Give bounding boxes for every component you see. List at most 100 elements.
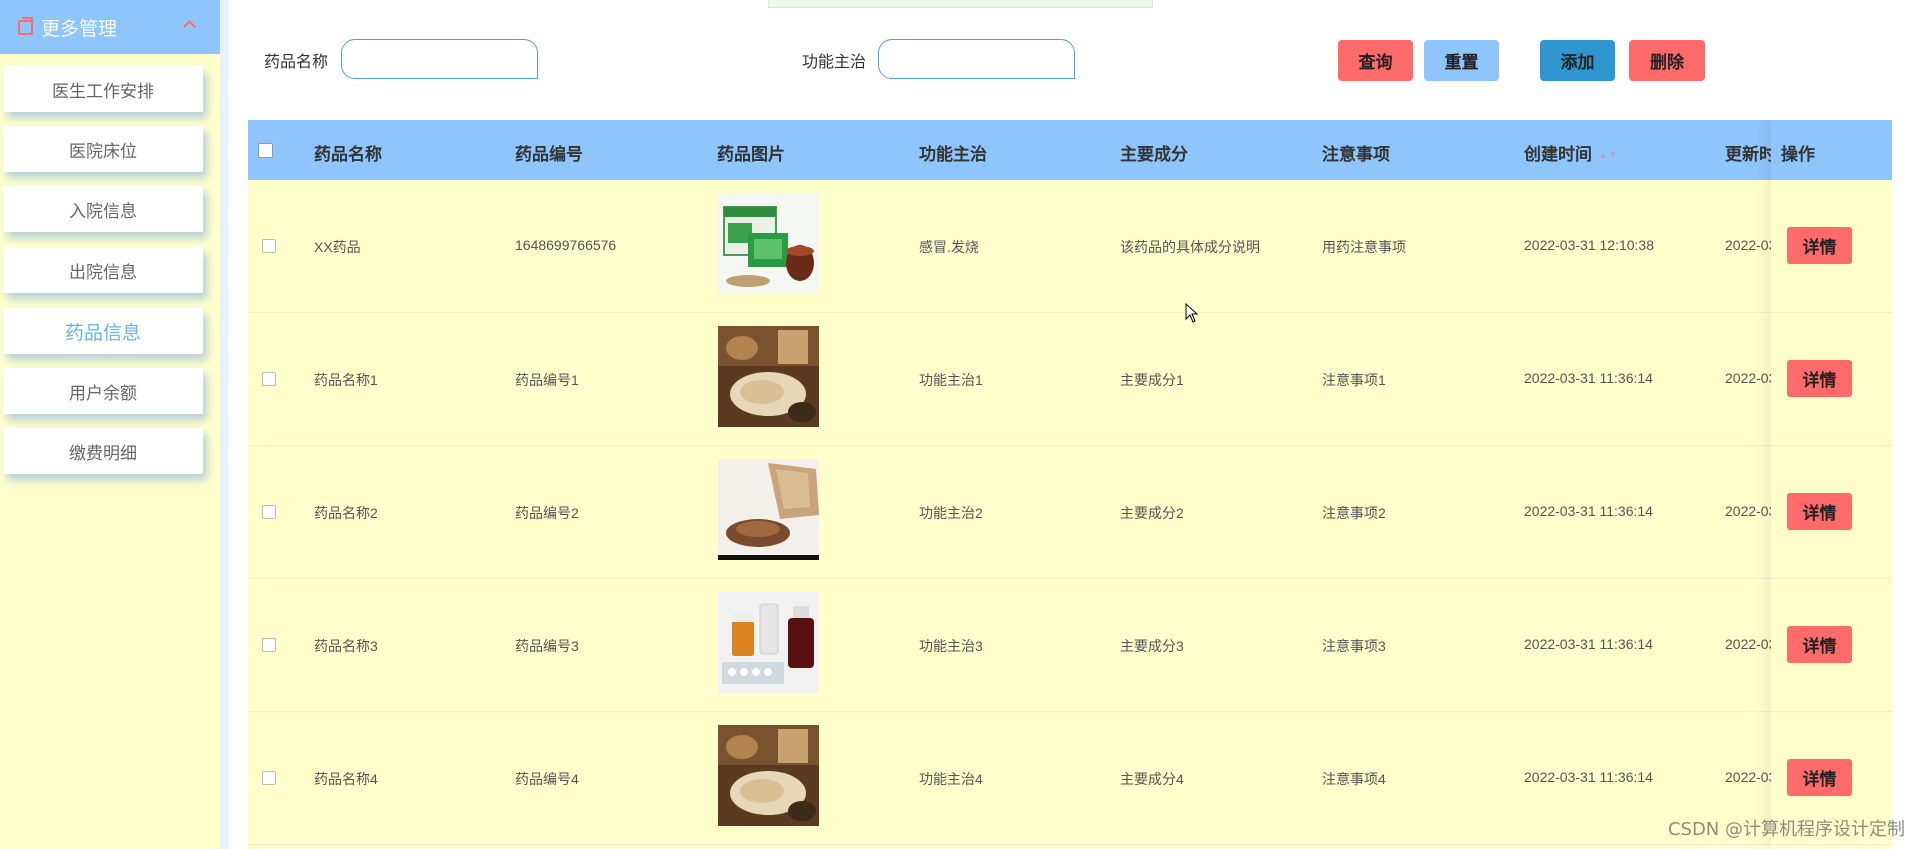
medicine-box-photo[interactable] xyxy=(718,193,819,294)
detail-button[interactable]: 详情 xyxy=(1787,493,1852,530)
cell-ingredients: 主要成分2 xyxy=(1120,505,1184,521)
chevron-up-icon xyxy=(183,20,196,33)
sidebar-item-medicine-info[interactable]: 药品信息 xyxy=(3,308,203,354)
add-button[interactable]: 添加 xyxy=(1540,40,1615,81)
table-row: XX药品 1648699766576 感冒.发烧 该药品的具体成分说明 用药注意… xyxy=(248,180,1892,313)
function-input[interactable] xyxy=(878,39,1075,79)
cell-updated: 2022-03 xyxy=(1725,636,1771,652)
table-header: 药品名称 药品编号 药品图片 功能主治 主要成分 注意事项 创建时间 ▲▼ 更新时… xyxy=(248,120,1892,180)
cell-updated: 2022-03 xyxy=(1725,370,1771,386)
detail-button[interactable]: 详情 xyxy=(1787,360,1852,397)
column-header-notes[interactable]: 注意事项 xyxy=(1322,140,1390,165)
detail-button[interactable]: 详情 xyxy=(1787,759,1852,796)
cell-name: 药品名称4 xyxy=(314,771,378,787)
herb-bag-photo[interactable] xyxy=(718,459,819,560)
sidebar-header-more-management[interactable]: 更多管理 xyxy=(0,0,220,54)
cell-code: 药品编号1 xyxy=(515,372,579,388)
function-label: 功能主治 xyxy=(802,54,867,71)
cell-code: 1648699766576 xyxy=(515,237,617,253)
table-row: 药品名称1 药品编号1 功能主治1 主要成分1 注意事项1 2022-03-31… xyxy=(248,313,1892,446)
mouse-cursor-icon xyxy=(1185,303,1199,323)
cell-notes: 注意事项2 xyxy=(1322,505,1386,521)
action-column: 操作 详情 详情 详情 详情 详情 xyxy=(1771,120,1892,849)
row-checkbox[interactable] xyxy=(262,771,276,785)
sidebar-item-label: 用户余额 xyxy=(69,383,137,403)
table-row: 药品名称4 药品编号4 功能主治4 主要成分4 注意事项4 2022-03-31… xyxy=(248,712,1892,845)
detail-button[interactable]: 详情 xyxy=(1787,626,1852,663)
sidebar-item-user-balance[interactable]: 用户余额 xyxy=(3,368,203,414)
sidebar-item-doctor-schedule[interactable]: 医生工作安排 xyxy=(3,66,203,112)
sidebar-item-admission-info[interactable]: 入院信息 xyxy=(3,186,203,232)
cell-function: 感冒.发烧 xyxy=(919,239,979,255)
cell-function: 功能主治2 xyxy=(919,505,983,521)
cell-ingredients: 主要成分4 xyxy=(1120,771,1184,787)
column-header-image[interactable]: 药品图片 xyxy=(717,140,785,165)
row-checkbox[interactable] xyxy=(262,239,276,253)
action-header-label: 操作 xyxy=(1781,145,1815,164)
pill-bottles-photo[interactable] xyxy=(718,592,819,693)
sort-icon[interactable]: ▲▼ xyxy=(1598,150,1618,161)
sidebar-item-payment-details[interactable]: 缴费明细 xyxy=(3,428,203,474)
sidebar-item-label: 医生工作安排 xyxy=(52,81,154,101)
column-header-ingredients[interactable]: 主要成分 xyxy=(1120,140,1188,165)
delete-button[interactable]: 删除 xyxy=(1629,40,1705,81)
cell-updated: 2022-03 xyxy=(1725,503,1771,519)
sidebar-item-label: 入院信息 xyxy=(69,201,137,221)
main-content: 药品名称 功能主治 查询 重置 添加 删除 药品名称 药品编号 药品图片 功能主… xyxy=(228,0,1920,849)
medicine-name-label: 药品名称 xyxy=(264,54,329,71)
cell-created: 2022-03-31 12:10:38 xyxy=(1524,237,1654,253)
cell-code: 药品编号4 xyxy=(515,771,579,787)
sidebar-item-label: 缴费明细 xyxy=(69,443,137,463)
column-header-created-label: 创建时间 xyxy=(1524,145,1592,164)
sidebar-item-hospital-beds[interactable]: 医院床位 xyxy=(3,126,203,172)
detail-button[interactable]: 详情 xyxy=(1787,227,1852,264)
reset-button[interactable]: 重置 xyxy=(1424,40,1499,81)
action-column-header: 操作 xyxy=(1771,120,1892,180)
row-checkbox[interactable] xyxy=(262,638,276,652)
table-row: 药品名称2 药品编号2 功能主治2 主要成分2 注意事项2 2022-03-31… xyxy=(248,446,1892,579)
cell-notes: 注意事项4 xyxy=(1322,771,1386,787)
cell-function: 功能主治4 xyxy=(919,771,983,787)
cell-name: 药品名称3 xyxy=(314,638,378,654)
cell-name: XX药品 xyxy=(314,239,361,255)
herbal-medicine-photo[interactable] xyxy=(718,326,819,427)
table-row: 药品名称3 药品编号3 功能主治3 主要成分3 注意事项3 2022-03-31… xyxy=(248,579,1892,712)
cell-function: 功能主治1 xyxy=(919,372,983,388)
cell-notes: 注意事项3 xyxy=(1322,638,1386,654)
query-button[interactable]: 查询 xyxy=(1338,40,1413,81)
column-header-code[interactable]: 药品编号 xyxy=(515,140,583,165)
sidebar: 更多管理 医生工作安排 医院床位 入院信息 出院信息 药品信息 用户余额 缴费明… xyxy=(0,0,220,849)
select-all-checkbox[interactable] xyxy=(258,143,273,158)
sidebar-item-discharge-info[interactable]: 出院信息 xyxy=(3,247,203,293)
sidebar-item-label: 医院床位 xyxy=(69,141,137,161)
notification-strip xyxy=(768,0,1153,8)
cell-created: 2022-03-31 11:36:14 xyxy=(1524,769,1653,785)
medicine-name-input[interactable] xyxy=(341,39,538,79)
cell-created: 2022-03-31 11:36:14 xyxy=(1524,636,1653,652)
column-header-updated[interactable]: 更新时间 xyxy=(1725,140,1771,165)
row-checkbox[interactable] xyxy=(262,372,276,386)
row-checkbox[interactable] xyxy=(262,505,276,519)
cell-ingredients: 主要成分1 xyxy=(1120,372,1184,388)
cell-updated: 2022-03 xyxy=(1725,769,1771,785)
cell-ingredients: 主要成分3 xyxy=(1120,638,1184,654)
cell-updated: 2022-03 xyxy=(1725,237,1771,253)
cell-code: 药品编号3 xyxy=(515,638,579,654)
herbal-medicine-photo[interactable] xyxy=(718,725,819,826)
cell-ingredients: 该药品的具体成分说明 xyxy=(1120,239,1260,255)
cell-created: 2022-03-31 11:36:14 xyxy=(1524,503,1653,519)
cell-code: 药品编号2 xyxy=(515,505,579,521)
cell-function: 功能主治3 xyxy=(919,638,983,654)
copy-icon xyxy=(18,16,33,35)
cell-name: 药品名称2 xyxy=(314,505,378,521)
cell-notes: 用药注意事项 xyxy=(1322,239,1406,255)
column-header-function[interactable]: 功能主治 xyxy=(919,140,987,165)
column-header-name[interactable]: 药品名称 xyxy=(314,140,382,165)
sidebar-header-label: 更多管理 xyxy=(41,18,118,40)
cell-notes: 注意事项1 xyxy=(1322,372,1386,388)
column-header-created[interactable]: 创建时间 ▲▼ xyxy=(1524,140,1618,165)
cell-name: 药品名称1 xyxy=(314,372,378,388)
medicine-table: 药品名称 药品编号 药品图片 功能主治 主要成分 注意事项 创建时间 ▲▼ 更新时… xyxy=(248,120,1892,849)
cell-created: 2022-03-31 11:36:14 xyxy=(1524,370,1653,386)
sidebar-item-label: 出院信息 xyxy=(69,262,137,282)
